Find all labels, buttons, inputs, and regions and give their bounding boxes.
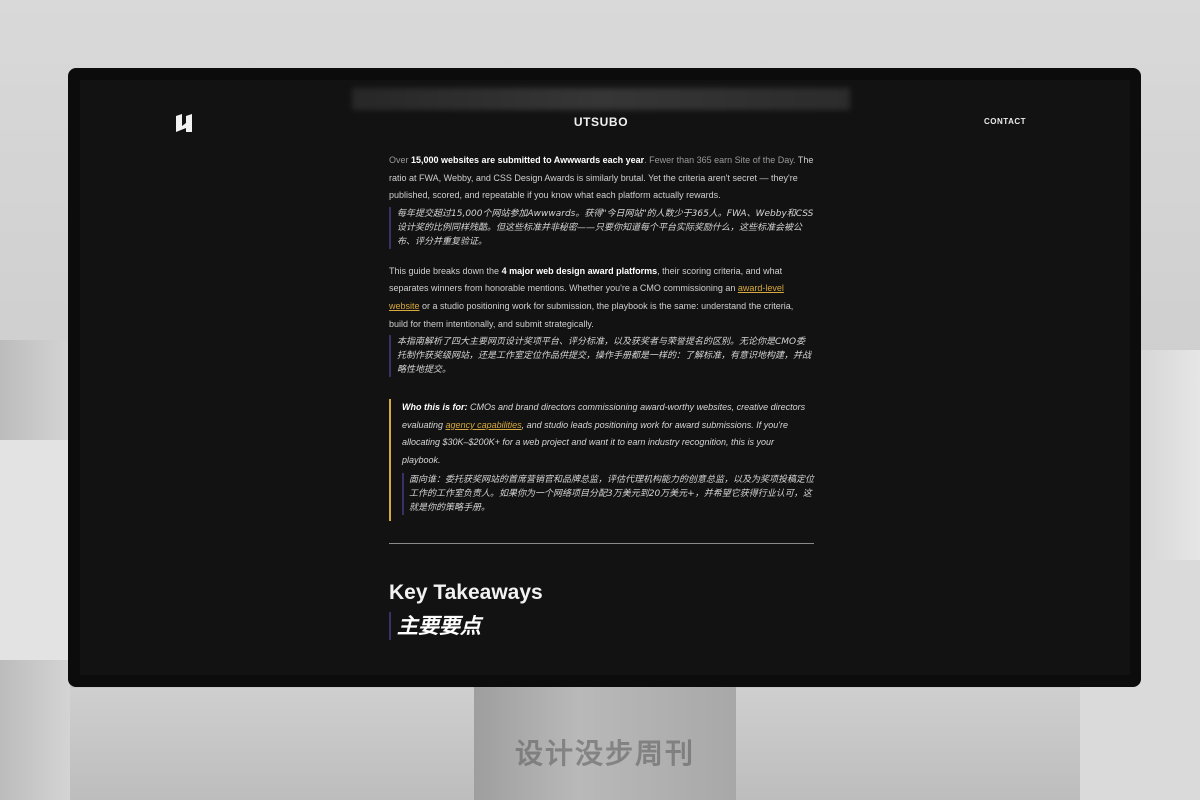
guide-translation: 本指南解析了四大主要网页设计奖项平台、评分标准，以及获奖者与荣誉提名的区别。无论… <box>389 335 814 378</box>
brand-name[interactable]: UTSUBO <box>550 115 652 129</box>
intro-translation: 每年提交超过15,000个网站参加Awwwards。获得"今日网站"的人数少于3… <box>389 206 814 249</box>
web-page: UTSUBO CONTACT Over 15,000 websites are … <box>80 80 1130 675</box>
callout-text: Who this is for: CMOs and brand director… <box>402 399 814 469</box>
monitor-stand: 设计没步周刊 <box>474 686 736 800</box>
intro-pre: Over <box>389 155 412 165</box>
intro-paragraph: Over 15,000 websites are submitted to Aw… <box>389 152 814 205</box>
studio-prop-left-block <box>0 440 70 660</box>
guide-post: or a studio positioning work for submiss… <box>389 300 794 329</box>
callout-lead: Who this is for: <box>402 402 468 413</box>
utsubo-logo-icon[interactable] <box>176 114 192 132</box>
section-heading: Key Takeaways <box>389 580 543 604</box>
contact-link[interactable]: CONTACT <box>984 117 1026 126</box>
watermark: 设计没步周刊 <box>514 737 695 770</box>
guide-bold: 4 major web design award platforms <box>501 265 658 276</box>
blurred-banner <box>352 88 850 110</box>
callout-translation: 面向谁：委托获奖网站的首席营销官和品牌总监，评估代理机构能力的创意总监，以及为奖… <box>402 472 814 515</box>
guide-paragraph: This guide breaks down the 4 major web d… <box>389 263 814 333</box>
section-heading-translation: 主要要点 <box>389 611 814 640</box>
audience-callout: Who this is for: CMOs and brand director… <box>389 399 814 521</box>
agency-capabilities-link[interactable]: agency capabilities <box>446 420 522 430</box>
article-body: Over 15,000 websites are submitted to Aw… <box>389 152 814 640</box>
intro-muted: . Fewer than 365 earn Site of the Day. <box>644 155 796 165</box>
intro-bold: 15,000 websites are submitted to Awwward… <box>411 155 645 165</box>
guide-pre: This guide breaks down the <box>389 265 502 276</box>
section-divider <box>389 542 814 544</box>
